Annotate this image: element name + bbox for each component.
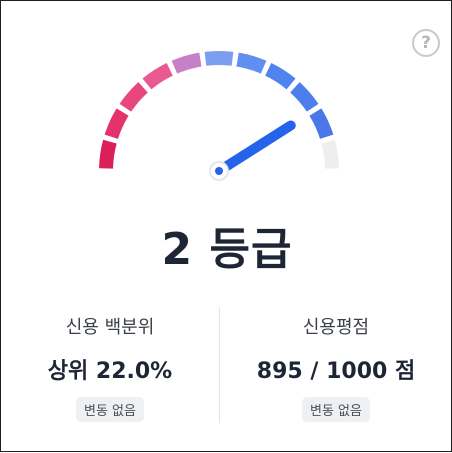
score-label: 신용평점 — [302, 317, 370, 338]
percentile-label: 신용 백분위 — [65, 317, 155, 338]
gauge-needle-pivot — [215, 167, 223, 175]
gauge-segment — [309, 108, 334, 140]
score-section: 신용평점 895 / 1000 점 변동 없음 — [220, 313, 452, 422]
gauge-segment — [204, 50, 234, 66]
grade-display: 2 등급 — [1, 213, 452, 277]
grade-unit: 등급 — [209, 224, 293, 275]
gauge-segment — [290, 82, 319, 112]
gauge-segment — [236, 52, 267, 74]
gauge-segment — [104, 108, 129, 140]
gauge-segment — [265, 63, 296, 90]
gauge-segment — [142, 63, 173, 90]
credit-grade-card: ? 2 등급 신용 백분위 상위 22.0% 변동 없음 신용평점 895 / … — [0, 0, 452, 452]
gauge-segment — [171, 52, 202, 74]
percentile-section: 신용 백분위 상위 22.0% 변동 없음 — [1, 313, 219, 422]
gauge-needle — [214, 120, 296, 176]
grade-number: 2 — [161, 224, 194, 275]
percentile-change-badge: 변동 없음 — [76, 397, 144, 422]
score-value: 895 / 1000 점 — [256, 359, 416, 384]
gauge-segment — [321, 139, 339, 169]
gauge-segment — [99, 139, 117, 169]
percentile-value: 상위 22.0% — [47, 359, 173, 384]
gauge-segment — [119, 82, 148, 112]
score-change-badge: 변동 없음 — [302, 397, 370, 422]
